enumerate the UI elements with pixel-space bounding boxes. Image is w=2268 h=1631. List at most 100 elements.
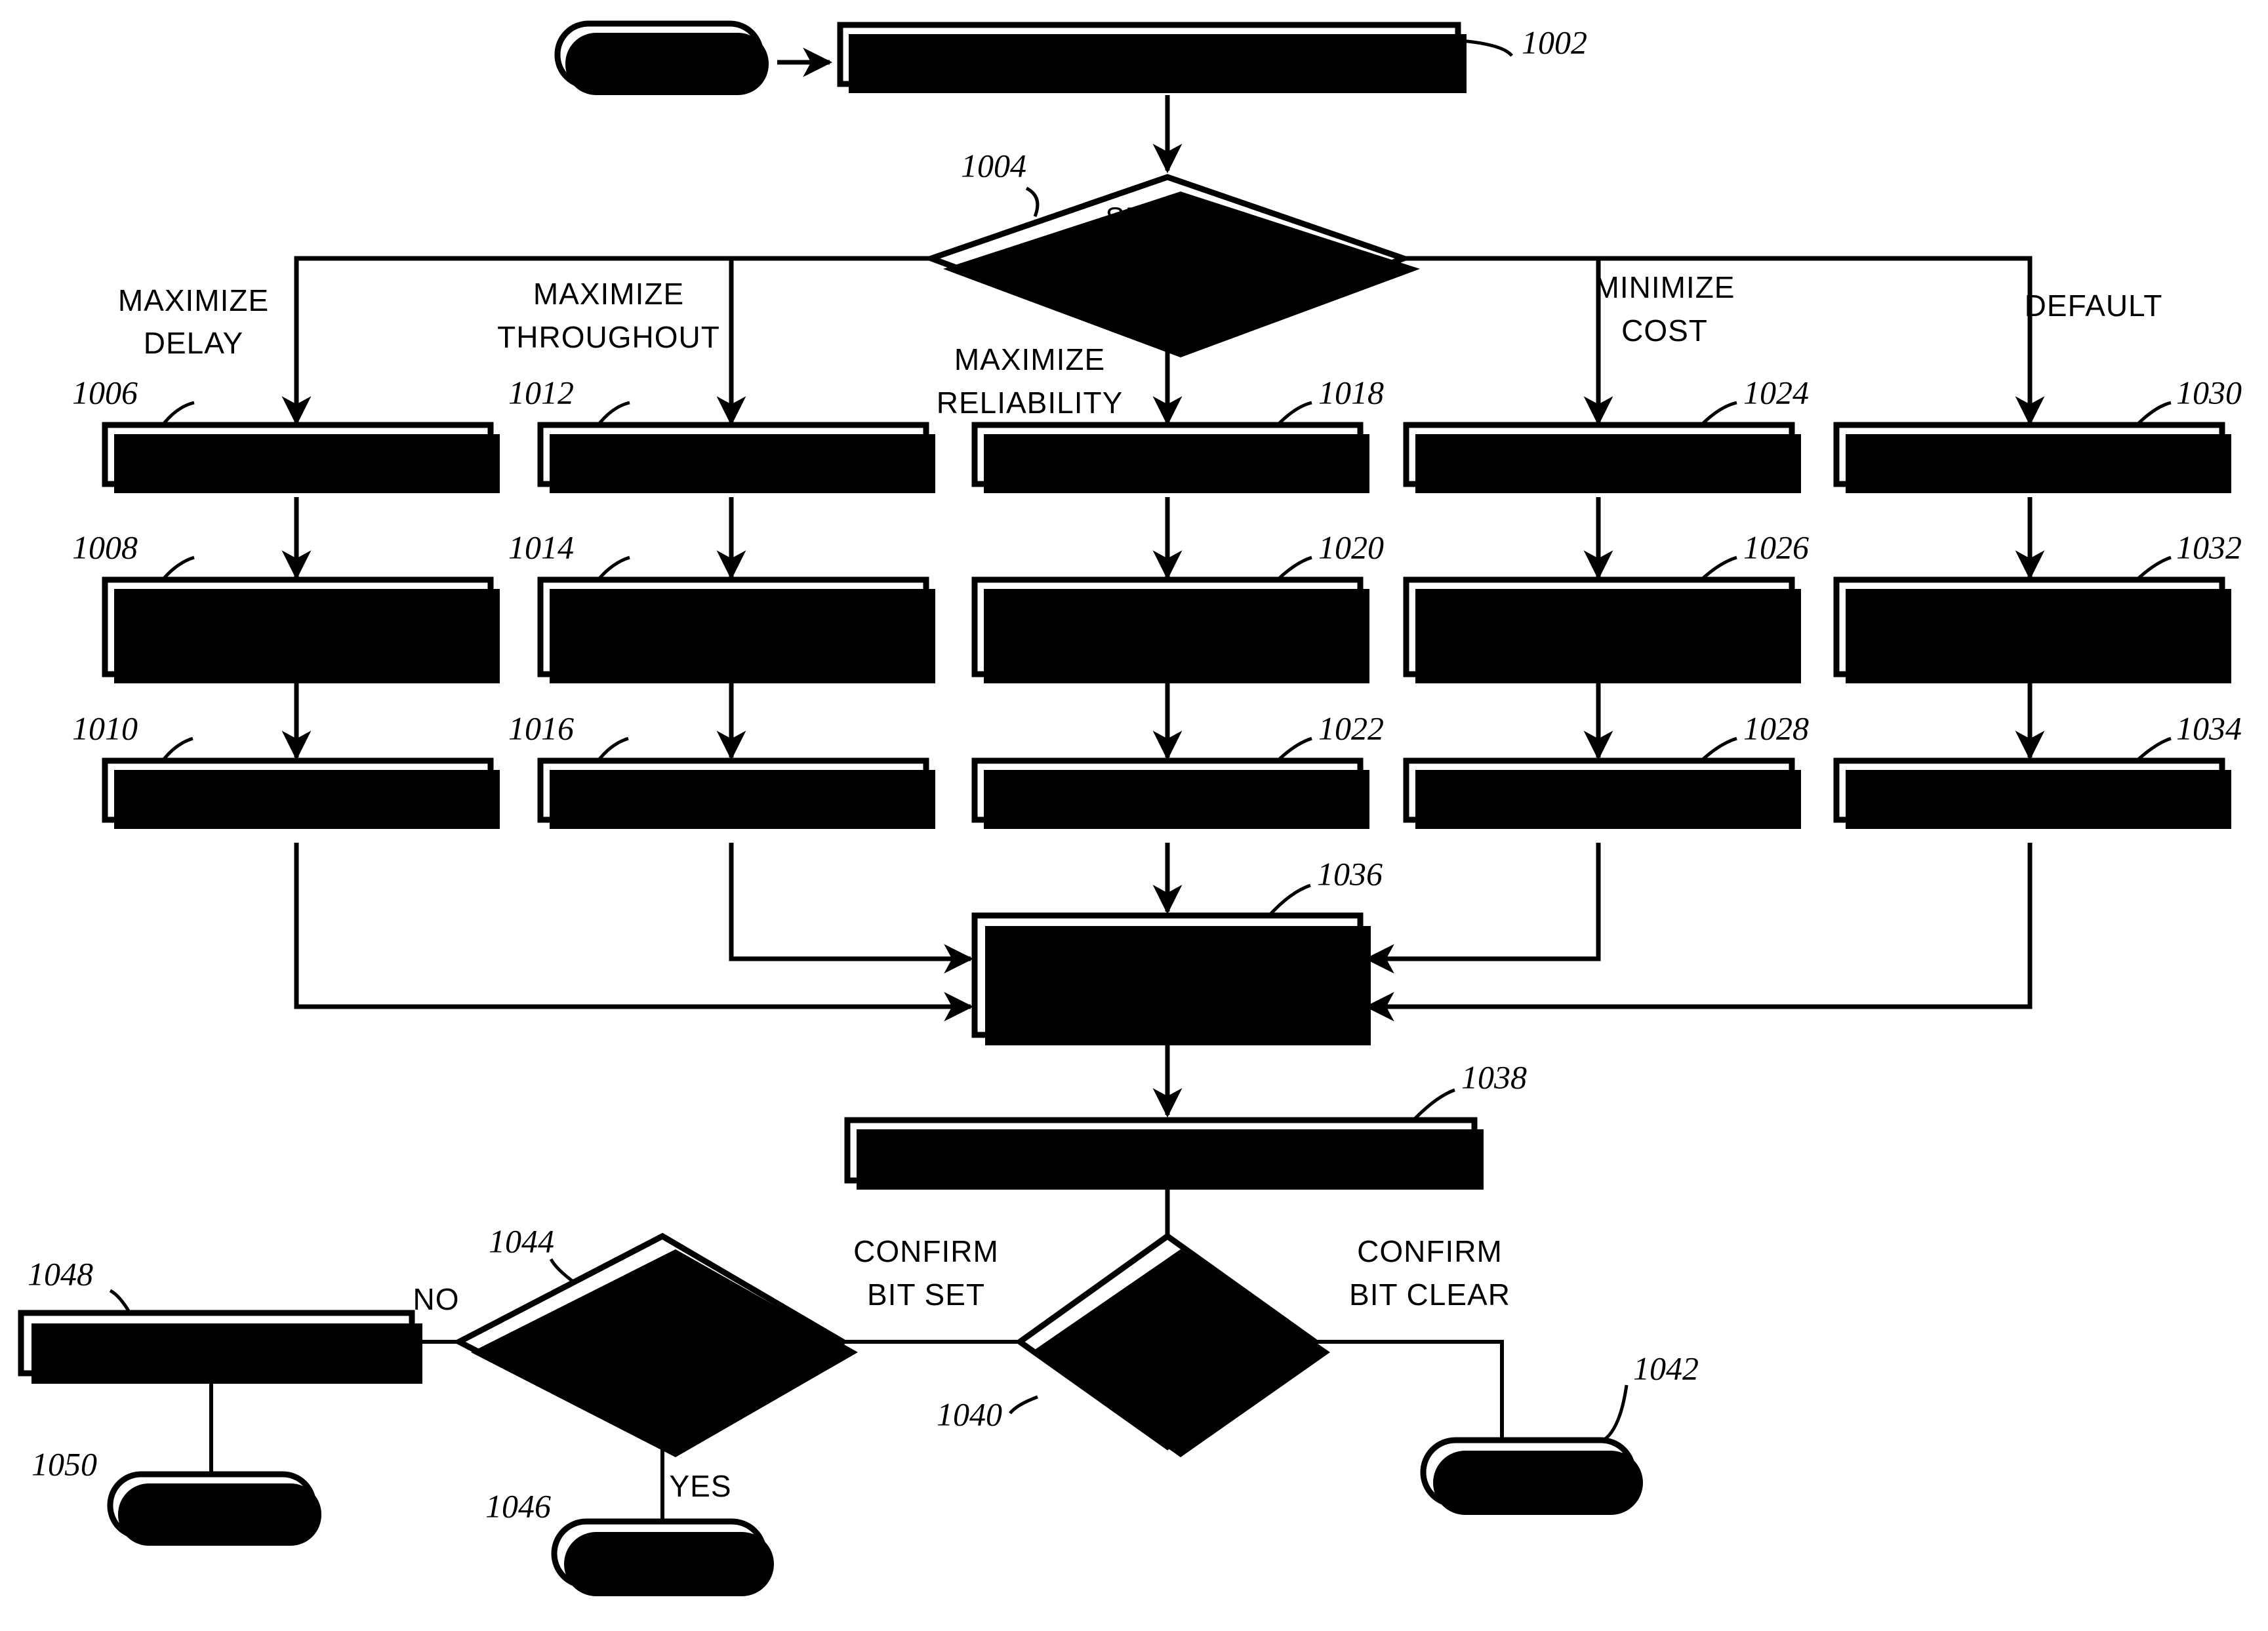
ref-1022: 1022 [1276,710,1384,762]
confirm-bit-set-line1: CONFIRM [853,1234,999,1268]
edge-1004-to-1012 [716,256,931,426]
maximize-reliability-line1: MAXIMIZE [954,342,1105,376]
node-1012-label: CLEAR CONFIRM BIT [569,437,897,471]
edge-label-no: NO [413,1282,459,1316]
confirm-bit-clear-line2: BIT CLEAR [1349,1278,1510,1312]
yes-label: YES [669,1469,731,1503]
node-1030-label: SET CONFIRM BIT [1888,437,2170,471]
node-1036-line2: SLOT BY SENDER [1028,980,1306,1015]
node-1014-line2: 3/4 RATE CODE [613,635,854,669]
edge-label-yes: YES [669,1469,731,1503]
node-1016: INDICATE CODE RATE [537,757,935,829]
node-1036: TRANSMIT TDMA SLOT BY SENDER [971,912,1371,1045]
node-1004: SENDER IDENTIFIES TYPE OF SERVICE? [922,174,1420,357]
edge-1040-to-1042 [1315,1340,1504,1440]
edge-1010-to-1036 [294,843,974,1022]
node-start-label: START [608,37,711,71]
ref-1014-label: 1014 [508,529,574,565]
node-1006: CLEAR CONFIRM BIT [102,422,500,493]
confirm-bit-clear-line1: CONFIRM [1357,1234,1503,1268]
edge-label-default: DEFAULT [2025,289,2162,323]
edge-1034-to-1036 [1364,843,2033,1022]
node-1040-line1: EXAMINE [1100,1306,1234,1338]
ref-1010: 1010 [72,710,193,762]
node-1004-line1: SENDER [1105,202,1229,234]
node-start: START [554,20,769,95]
ref-1042: 1042 [1600,1350,1699,1443]
node-1018: SET CONFIRM BIT [971,422,1369,493]
ref-1040-label: 1040 [937,1396,1002,1432]
node-1014-line1: ENCODE SLOT WITH [572,593,894,627]
ref-1008: 1008 [72,529,195,581]
maximize-delay-line1: MAXIMIZE [118,283,269,317]
ref-1050: 1050 [31,1445,150,1482]
ref-1048-label: 1048 [28,1255,93,1292]
node-1024-label: SET CONFIRM BIT [1458,437,1740,471]
node-1028-label: INDICATE CODE RATE [1427,773,1772,807]
node-1020-line1: ENCODE SLOT WITH [1006,593,1328,627]
node-1036-line1: TRANSMIT TDMA [1036,935,1300,969]
node-1028: INDICATE CODE RATE [1403,757,1801,829]
ref-1024-label: 1024 [1743,374,1809,411]
maximize-reliability-line2: RELIABILITY [937,386,1124,420]
node-1004-line3: SERVICE? [1094,292,1242,324]
ref-1030: 1030 [2136,374,2242,426]
node-1040: EXAMINE CONFIRM BIT? [1015,1232,1330,1457]
node-1038-label: RECEIVER RECEIVES TDMA SLOT [896,1133,1425,1167]
confirm-bit-set-line2: BIT SET [867,1278,985,1312]
ref-1038: 1038 [1412,1058,1527,1121]
ref-1018: 1018 [1276,374,1384,426]
node-1002: DATA AVAILABLE TO TRANSMIT [837,22,1467,93]
ref-1026: 1026 [1700,529,1809,581]
edge-label-confirm-bit-clear: CONFIRM BIT CLEAR [1349,1234,1510,1312]
ref-1034-label: 1034 [2176,710,2242,746]
node-1044-line2: TDMA SLOT HAVE [534,1321,790,1354]
node-1044: DOES TDMA SLOT HAVE ERRORS? [453,1232,858,1457]
node-1034-label: INDICATE CODE RATE [1857,773,2202,807]
node-1048-label: SEND ACK TO SENDER [37,1325,396,1359]
ref-1050-label: 1050 [31,1445,97,1482]
figure-sheet: START DATA AVAILABLE TO TRANSMIT 1002 SE… [0,0,2268,1631]
ref-1020: 1020 [1276,529,1384,581]
node-1044-line1: DOES [620,1279,705,1312]
ref-1002-label: 1002 [1522,24,1587,60]
node-1026-line1: ENCODE SLOT WITH [1438,593,1760,627]
node-1026-line2: 3/4 RATE CODE [1478,635,1720,669]
node-1012: CLEAR CONFIRM BIT [537,422,935,493]
ref-1032-label: 1032 [2176,529,2242,565]
ref-1008-label: 1008 [72,529,138,565]
ref-1030-label: 1030 [2176,374,2242,411]
node-1008-line2: 1/2 RATE CODE [177,635,418,669]
maximize-throughout-line1: MAXIMIZE [533,277,684,311]
maximize-delay-line2: DELAY [144,326,243,360]
ref-1046-label: 1046 [485,1487,551,1524]
ref-1006-label: 1006 [72,374,138,411]
node-1014: ENCODE SLOT WITH 3/4 RATE CODE [537,576,935,683]
edge-1016-to-1036 [729,843,974,974]
ref-1032: 1032 [2136,529,2242,581]
minimize-cost-line2: COST [1621,313,1708,348]
flowchart-svg: START DATA AVAILABLE TO TRANSMIT 1002 SE… [18,20,2242,1596]
node-1048: SEND ACK TO SENDER [18,1310,422,1384]
ref-1002: 1002 [1461,24,1587,60]
ref-1042-label: 1042 [1633,1350,1699,1386]
ref-1004: 1004 [961,147,1040,217]
edge-1004-to-1024 [1404,256,1613,426]
node-1040-line2: CONFIRM BIT? [1062,1346,1273,1379]
ref-1020-label: 1020 [1318,529,1384,565]
node-1032: ENCODE SLOT WITH 3/4 RATE CODE [1833,576,2231,683]
ref-1038-label: 1038 [1461,1058,1527,1095]
node-1046-label: END [625,1535,693,1569]
ref-1036: 1036 [1268,855,1383,917]
node-1026: ENCODE SLOT WITH 3/4 RATE CODE [1403,576,1801,683]
ref-1024: 1024 [1700,374,1809,426]
node-1010: INDICATE CODE RATE [102,757,500,829]
node-1004-line2: IDENTIFIES TYPE OF [1017,248,1318,280]
ref-1016-label: 1016 [508,710,574,746]
node-1032-line1: ENCODE SLOT WITH [1868,593,2190,627]
ref-1028: 1028 [1700,710,1809,762]
ref-1044-label: 1044 [489,1222,554,1259]
ref-1044: 1044 [489,1222,575,1284]
node-1006-label: CLEAR CONFIRM BIT [134,437,461,471]
minimize-cost-line1: MINIMIZE [1594,270,1735,304]
